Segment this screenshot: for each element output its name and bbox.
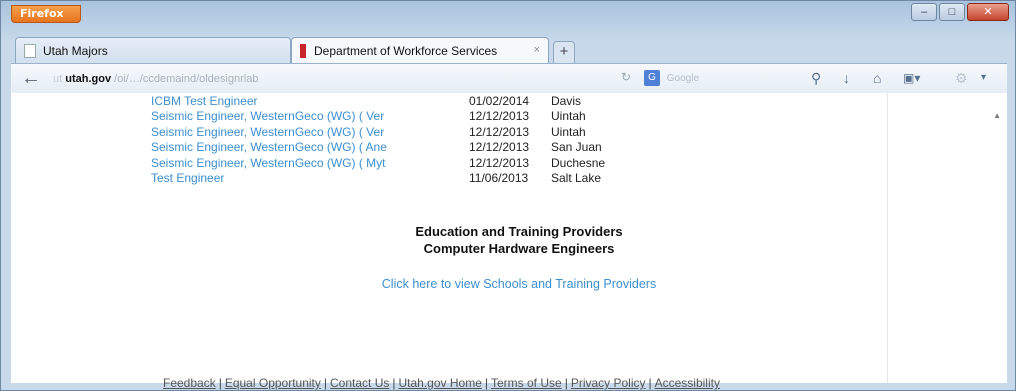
job-location: Uintah (551, 109, 586, 124)
job-location: San Juan (551, 140, 602, 155)
navigation-bar: ← ut utah.gov /oi/…/ccdemaind/oldesignrl… (11, 63, 1007, 93)
window-controls: – □ ✕ (909, 3, 1009, 21)
url-domain: utah.gov (65, 73, 112, 85)
tab-bar: Utah Majors Department of Workforce Serv… (15, 37, 575, 63)
job-title-link[interactable]: Test Engineer (151, 171, 469, 187)
footer-separator: | (648, 376, 652, 390)
table-row: Seismic Engineer, WesternGeco (WG) ( Myt… (151, 155, 605, 171)
footer-link-terms-of-use[interactable]: Terms of Use (491, 376, 562, 390)
tab-close-icon[interactable]: × (534, 44, 540, 56)
tab-utah-majors[interactable]: Utah Majors (15, 37, 291, 63)
table-row: Seismic Engineer, WesternGeco (WG) ( Ver… (151, 109, 605, 125)
firefox-menu-button[interactable]: Firefox (11, 5, 81, 23)
bookmarks-menu-icon[interactable]: ▣▾ (903, 70, 920, 86)
new-tab-button[interactable]: + (553, 41, 575, 63)
posted-date: 12/12/2013 (469, 140, 530, 155)
url-prefix: ut (53, 73, 66, 85)
job-title-link[interactable]: Seismic Engineer, WesternGeco (WG) ( Myt (151, 155, 469, 171)
footer-link-contact-us[interactable]: Contact Us (330, 376, 389, 390)
view-schools-link[interactable]: Click here to view Schools and Training … (11, 277, 1016, 291)
tab-workforce-services[interactable]: Department of Workforce Services × (291, 37, 549, 63)
table-row: Seismic Engineer, WesternGeco (WG) ( Ane… (151, 140, 605, 156)
job-title-link[interactable]: Seismic Engineer, WesternGeco (WG) ( Ver (151, 109, 469, 125)
footer-separator: | (484, 376, 488, 390)
search-input[interactable]: G Google (644, 69, 784, 89)
footer-link-feedback[interactable]: Feedback (163, 376, 216, 390)
flag-icon (300, 43, 306, 58)
tab-label: Utah Majors (43, 43, 108, 58)
page-content: ICBM Test Engineer 01/02/2014 Davis Seismic… (11, 93, 1007, 390)
tab-label: Department of Workforce Services (314, 43, 498, 58)
footer-link-privacy-policy[interactable]: Privacy Policy (571, 376, 646, 390)
maximize-button[interactable]: □ (939, 3, 965, 21)
section-heading: Education and Training Providers (415, 224, 623, 239)
footer-separator: | (323, 376, 328, 390)
download-arrow-icon[interactable]: ↓ (843, 70, 850, 86)
job-title-link[interactable]: Seismic Engineer, WesternGeco (WG) ( Ver (151, 124, 469, 140)
table-row: Test Engineer 11/06/2013 Salt Lake (151, 171, 605, 187)
magnifier-icon[interactable]: ⚲ (811, 70, 821, 86)
table-row: Seismic Engineer, WesternGeco (WG) ( Ver… (151, 124, 605, 140)
footer-links: Feedback | Equal Opportunity | Contact Us | Ut… (163, 376, 720, 390)
minimize-button[interactable]: – (911, 3, 937, 21)
reload-icon[interactable]: ↻ (621, 70, 631, 84)
overflow-chevron-icon[interactable]: ▾ (981, 70, 986, 86)
search-placeholder: Google (666, 73, 700, 84)
section-subheading: Computer Hardware Engineers (423, 241, 615, 256)
close-window-button[interactable]: ✕ (967, 3, 1009, 21)
url-path: /oi/…/ccdemaind/oldesignrlab (114, 73, 259, 85)
job-title-link[interactable]: ICBM Test Engineer (151, 93, 469, 109)
job-location: Duchesne (551, 155, 606, 170)
job-location: Salt Lake (551, 171, 602, 186)
browser-window: Firefox – □ ✕ Utah Majors Department of … (0, 0, 1016, 391)
back-arrow-icon[interactable]: ← (21, 68, 41, 88)
table-row: ICBM Test Engineer 01/02/2014 Davis (151, 93, 605, 109)
footer-link-utah-gov-home[interactable]: Utah.gov Home (399, 376, 482, 390)
posted-date: 12/12/2013 (469, 124, 530, 139)
home-icon[interactable]: ⌂ (873, 70, 881, 86)
footer-separator: | (218, 376, 222, 390)
address-bar[interactable]: ut utah.gov /oi/…/ccdemaind/oldesignrlab (53, 69, 513, 89)
posted-date: 12/12/2013 (469, 109, 530, 124)
job-location: Davis (551, 93, 582, 108)
job-location: Uintah (551, 124, 586, 139)
scroll-area: ▲ (887, 93, 1007, 383)
job-title-link[interactable]: Seismic Engineer, WesternGeco (WG) ( Ane (151, 140, 469, 156)
title-bar: Firefox – □ ✕ (1, 1, 1015, 29)
footer-link-accessibility[interactable]: Accessibility (655, 376, 720, 390)
job-listings-table: ICBM Test Engineer 01/02/2014 Davis Seismic… (151, 93, 605, 186)
posted-date: 12/12/2013 (469, 155, 530, 170)
footer-separator: | (392, 376, 396, 390)
footer-separator: | (564, 376, 568, 390)
footer-link-equal-opportunity[interactable]: Equal Opportunity (225, 376, 321, 390)
scroll-arrow-icon[interactable]: ▲ (993, 111, 1001, 120)
page-icon (24, 43, 36, 58)
search-engine-icon[interactable]: G (644, 70, 660, 87)
posted-date: 11/06/2013 (469, 171, 529, 186)
extension-icon[interactable]: ⚙ (955, 70, 968, 86)
posted-date: 01/02/2014 (469, 93, 530, 108)
